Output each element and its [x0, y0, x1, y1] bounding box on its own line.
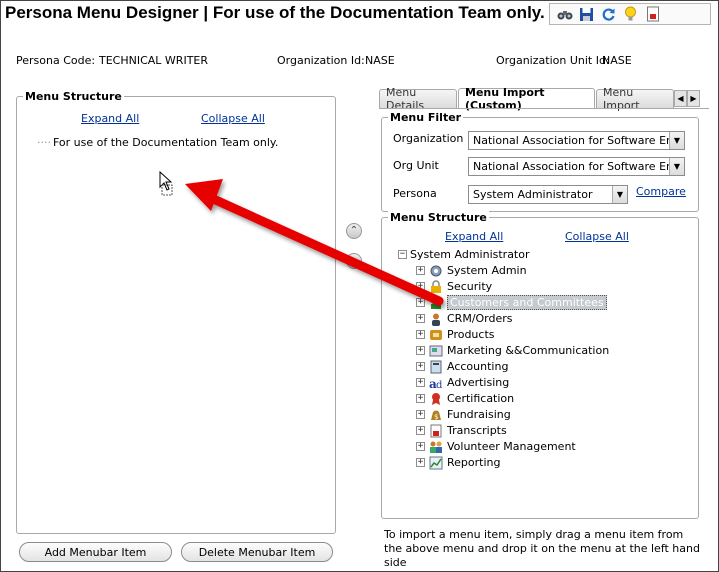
right-tree-item[interactable]: + Accounting [416, 359, 508, 374]
right-tree-item-label: Security [447, 280, 493, 293]
left-tree-root-label: For use of the Documentation Team only. [53, 136, 279, 149]
calculator-icon [428, 359, 443, 374]
right-tree-item[interactable]: + Products [416, 327, 495, 342]
box-icon [428, 327, 443, 342]
tab-scroll-left-icon[interactable]: ◀ [674, 90, 687, 107]
org-unit-select[interactable]: National Association for Software Engin … [468, 157, 685, 176]
organization-select-value: National Association for Software Engin [473, 134, 685, 147]
right-tree-item-label: System Admin [447, 264, 527, 277]
right-tree-item-label: Transcripts [447, 424, 507, 437]
right-tree-item-label: Marketing &&Communication [447, 344, 610, 357]
right-tree-item-label: CRM/Orders [447, 312, 513, 325]
report-icon[interactable] [644, 6, 661, 23]
right-tree-item[interactable]: + CRM/Orders [416, 311, 513, 326]
person-icon [428, 311, 443, 326]
org-unit-select-value: National Association for Software Engin [473, 160, 685, 173]
left-expand-all-link[interactable]: Expand All [81, 112, 139, 125]
organization-label: Organization [393, 132, 464, 145]
calendar-icon [428, 343, 443, 358]
expand-icon[interactable]: + [416, 330, 425, 339]
expand-icon[interactable]: + [416, 394, 425, 403]
right-expand-all-link[interactable]: Expand All [445, 230, 503, 243]
right-tree-item-label: Volunteer Management [447, 440, 576, 453]
svg-text:$: $ [434, 413, 438, 421]
advertising-icon: ad [428, 375, 443, 390]
right-tree-item-label: Certification [447, 392, 515, 405]
drag-annotation-arrow-icon [185, 179, 444, 306]
right-tree-item-label: Accounting [447, 360, 509, 373]
save-icon[interactable] [578, 6, 595, 23]
right-tree-item[interactable]: + $ Fundraising [416, 407, 511, 422]
left-menu-structure-legend: Menu Structure [23, 90, 124, 103]
expand-icon[interactable]: + [416, 378, 425, 387]
chart-icon [428, 455, 443, 470]
persona-menu-designer-window: Persona Menu Designer | For use of the D… [0, 0, 719, 572]
tab-strip-divider [379, 108, 709, 109]
compare-link[interactable]: Compare [636, 185, 686, 198]
right-tree-item-label: Products [447, 328, 495, 341]
toolbar [549, 3, 711, 25]
tab-scroll-right-icon[interactable]: ▶ [687, 90, 700, 107]
import-hint-text: To import a menu item, simply drag a men… [384, 528, 700, 569]
lightbulb-icon[interactable] [622, 6, 639, 23]
left-tree-root-item[interactable]: ···· For use of the Documentation Team o… [37, 135, 278, 150]
tab-menu-import-custom[interactable]: Menu Import (Custom) [458, 86, 595, 112]
right-tree-item[interactable]: + Marketing &&Communication [416, 343, 609, 358]
organization-id-label: Organization Id: [277, 54, 365, 67]
window-title: Persona Menu Designer | For use of the D… [5, 3, 545, 22]
right-tree-item-label: Reporting [447, 456, 501, 469]
left-menu-structure-panel: Menu Structure Expand All Collapse All ·… [16, 90, 336, 534]
chevron-down-icon[interactable]: ▼ [669, 132, 684, 149]
expand-icon[interactable]: + [416, 442, 425, 451]
organization-id-value: NASE [365, 54, 395, 67]
left-collapse-all-link[interactable]: Collapse All [201, 112, 265, 125]
persona-select[interactable]: System Administrator ▼ [468, 185, 628, 204]
document-icon [428, 423, 443, 438]
right-tree-item[interactable]: + a d Advertising [416, 375, 509, 390]
right-tree-item-label: Fundraising [447, 408, 511, 421]
organization-select[interactable]: National Association for Software Engin … [468, 131, 685, 150]
tab-menu-import[interactable]: Menu Import [596, 86, 674, 112]
persona-code-label: Persona Code: [16, 54, 96, 67]
chevron-down-icon[interactable]: ▼ [669, 158, 684, 175]
right-tree-item-label: Customers and Committees [447, 295, 607, 310]
right-tree-item[interactable]: + Volunteer Management [416, 439, 576, 454]
right-tree-item[interactable]: + Transcripts [416, 423, 507, 438]
expand-icon[interactable]: + [416, 410, 425, 419]
tab-menu-details[interactable]: Menu Details [379, 86, 457, 112]
right-tree-item-label: Advertising [447, 376, 510, 389]
expand-icon[interactable]: + [416, 426, 425, 435]
refresh-icon[interactable] [600, 6, 617, 23]
right-tree-item[interactable]: + Certification [416, 391, 514, 406]
persona-code-value: TECHNICAL WRITER [99, 54, 209, 67]
right-tree-item[interactable]: + Reporting [416, 455, 500, 470]
organization-unit-id-label: Organization Unit Id: [496, 54, 610, 67]
binoculars-icon[interactable] [556, 6, 573, 23]
certificate-icon [428, 391, 443, 406]
menu-filter-legend: Menu Filter [388, 111, 464, 124]
expand-icon[interactable]: + [416, 346, 425, 355]
expand-icon[interactable]: + [416, 314, 425, 323]
money-bag-icon: $ [428, 407, 443, 422]
chevron-down-icon[interactable]: ▼ [612, 186, 627, 203]
right-collapse-all-link[interactable]: Collapse All [565, 230, 629, 243]
delete-menubar-item-button[interactable]: Delete Menubar Item [181, 542, 333, 562]
svg-text:d: d [436, 380, 443, 390]
add-menubar-item-button[interactable]: Add Menubar Item [19, 542, 172, 562]
volunteers-icon [428, 439, 443, 454]
tree-connector: ···· [37, 136, 51, 149]
persona-select-value: System Administrator [473, 188, 593, 201]
organization-unit-id-value: NASE [602, 54, 632, 67]
expand-icon[interactable]: + [416, 458, 425, 467]
expand-icon[interactable]: + [416, 362, 425, 371]
